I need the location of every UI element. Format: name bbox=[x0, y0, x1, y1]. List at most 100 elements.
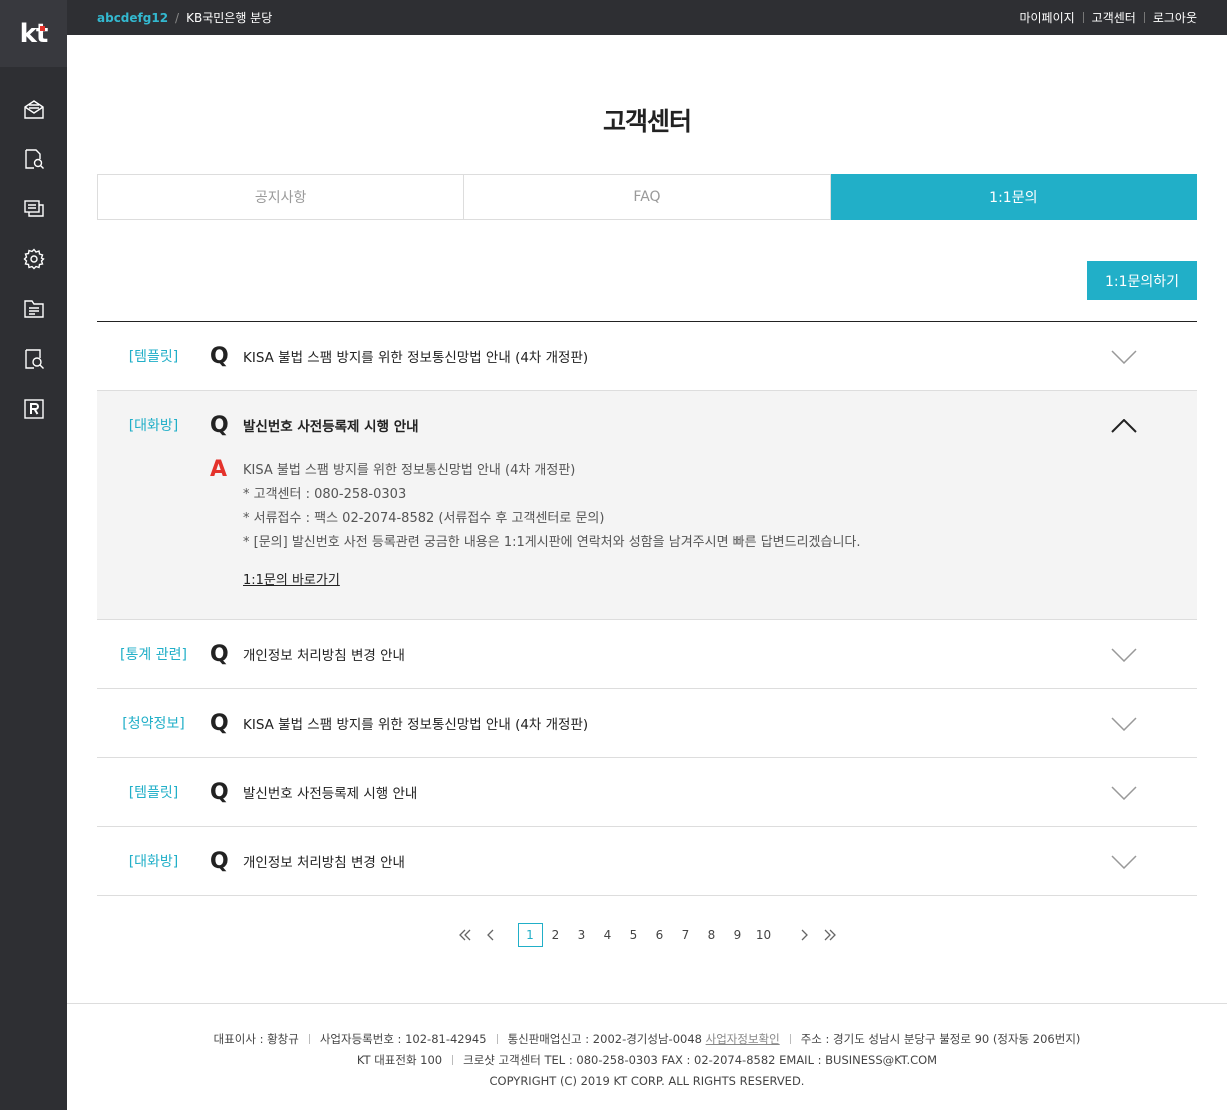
ask-button-wrap: 1:1문의하기 bbox=[97, 261, 1197, 300]
chevron-down-icon[interactable] bbox=[1111, 854, 1137, 870]
q-mark: Q bbox=[210, 710, 229, 736]
sidebar-item-file-search[interactable] bbox=[0, 334, 67, 384]
page-10[interactable]: 10 bbox=[751, 923, 777, 947]
new-inquiry-button[interactable]: 1:1문의하기 bbox=[1087, 261, 1197, 300]
faq-question-row[interactable]: [템플릿] Q KISA 불법 스팸 방지를 위한 정보통신망법 안내 (4차 … bbox=[97, 322, 1197, 390]
faq-category: [대화방] bbox=[128, 418, 179, 434]
faq-item: [템플릿] Q 발신번호 사전등록제 시행 안내 bbox=[97, 758, 1197, 827]
chevron-left-icon bbox=[486, 929, 493, 940]
page-5[interactable]: 5 bbox=[621, 923, 647, 947]
logo-box[interactable]: kt bbox=[0, 0, 67, 67]
prev-page-button[interactable] bbox=[478, 923, 504, 947]
business-info-link[interactable]: 사업자정보확인 bbox=[706, 1032, 780, 1046]
footer: 대표이사 : 황창규 사업자등록번호 : 102-81-42945 통신판매업신고 … bbox=[67, 1003, 1227, 1110]
business-number: 사업자등록번호 : 102-81-42945 bbox=[319, 1032, 487, 1046]
top-bar: abcdefg12 / KB국민은행 분당 마이페이지 고객센터 로그아웃 bbox=[67, 0, 1227, 35]
user-id: abcdefg12 bbox=[97, 11, 169, 25]
faq-category: [통계 관련] bbox=[120, 647, 187, 663]
sidebar-item-chat[interactable] bbox=[0, 184, 67, 234]
answer-line: KISA 불법 스팸 방지를 위한 정보통신망법 안내 (4차 개정판) bbox=[243, 463, 576, 478]
page-4[interactable]: 4 bbox=[595, 923, 621, 947]
r-box-icon bbox=[23, 399, 44, 419]
mypage-link[interactable]: 마이페이지 bbox=[1019, 9, 1074, 26]
chevron-down-icon[interactable] bbox=[1111, 349, 1137, 365]
sidebar-item-settings[interactable] bbox=[0, 234, 67, 284]
divider bbox=[1143, 12, 1145, 23]
q-mark: Q bbox=[210, 779, 229, 805]
kt-phone: KT 대표전화 100 bbox=[356, 1053, 443, 1067]
faq-item: [청약정보] Q KISA 불법 스팸 방지를 위한 정보통신망법 안내 (4차… bbox=[97, 689, 1197, 758]
faq-question-row[interactable]: [대화방] Q 개인정보 처리방침 변경 안내 bbox=[97, 827, 1197, 895]
faq-question: 개인정보 처리방침 변경 안내 bbox=[243, 648, 405, 664]
address: 주소 : 경기도 성남시 분당구 불정로 90 (정자동 206번지) bbox=[800, 1032, 1081, 1046]
tab-notice[interactable]: 공지사항 bbox=[97, 174, 465, 220]
sidebar-item-mail[interactable] bbox=[0, 84, 67, 134]
page-8[interactable]: 8 bbox=[699, 923, 725, 947]
sidebar-menu bbox=[0, 67, 67, 434]
answer-line: * 고객센터 : 080-258-0303 bbox=[243, 487, 407, 502]
mail-icon bbox=[23, 100, 44, 119]
tab-bar: 공지사항 FAQ 1:1문의 bbox=[97, 174, 1197, 220]
inquiry-shortcut-link[interactable]: 1:1문의 바로가기 bbox=[243, 569, 340, 593]
faq-category: [템플릿] bbox=[128, 785, 179, 801]
account-info: abcdefg12 / KB국민은행 분당 bbox=[97, 9, 272, 26]
mail-order-number: 통신판매업신고 : 2002-경기성남-0048 bbox=[507, 1032, 702, 1046]
faq-question: 발신번호 사전등록제 시행 안내 bbox=[243, 419, 419, 435]
faq-answer: A KISA 불법 스팸 방지를 위한 정보통신망법 안내 (4차 개정판) *… bbox=[97, 459, 1197, 619]
page-2[interactable]: 2 bbox=[543, 923, 569, 947]
faq-question: KISA 불법 스팸 방지를 위한 정보통신망법 안내 (4차 개정판) bbox=[243, 717, 589, 733]
double-chevron-left-icon bbox=[458, 929, 470, 940]
q-mark: Q bbox=[210, 343, 229, 369]
q-mark: Q bbox=[210, 848, 229, 874]
page-3[interactable]: 3 bbox=[569, 923, 595, 947]
answer-line: * 서류접수 : 팩스 02-2074-8582 (서류접수 후 고객센터로 문… bbox=[243, 511, 605, 526]
faq-question-row[interactable]: [청약정보] Q KISA 불법 스팸 방지를 위한 정보통신망법 안내 (4차… bbox=[97, 689, 1197, 757]
sidebar-item-document-search[interactable] bbox=[0, 134, 67, 184]
faq-item: [템플릿] Q KISA 불법 스팸 방지를 위한 정보통신망법 안내 (4차 … bbox=[97, 322, 1197, 391]
gear-icon bbox=[23, 248, 45, 270]
page-6[interactable]: 6 bbox=[647, 923, 673, 947]
chevron-down-icon[interactable] bbox=[1111, 716, 1137, 732]
logout-link[interactable]: 로그아웃 bbox=[1153, 9, 1197, 26]
faq-list: [템플릿] Q KISA 불법 스팸 방지를 위한 정보통신망법 안내 (4차 … bbox=[97, 321, 1197, 896]
next-page-button[interactable] bbox=[791, 923, 817, 947]
chevron-right-icon bbox=[801, 929, 808, 940]
answer-line: * [문의] 발신번호 사전 등록관련 궁금한 내용은 1:1게시판에 연락처와… bbox=[243, 535, 861, 550]
tab-faq[interactable]: FAQ bbox=[464, 174, 831, 220]
chat-windows-icon bbox=[23, 200, 44, 217]
page-7[interactable]: 7 bbox=[673, 923, 699, 947]
q-mark: Q bbox=[210, 641, 229, 667]
faq-question-row[interactable]: [통계 관련] Q 개인정보 처리방침 변경 안내 bbox=[97, 620, 1197, 688]
footer-line-1: 대표이사 : 황창규 사업자등록번호 : 102-81-42945 통신판매업신고 … bbox=[67, 1029, 1227, 1050]
chevron-up-icon[interactable] bbox=[1111, 418, 1137, 433]
page-9[interactable]: 9 bbox=[725, 923, 751, 947]
faq-question-row[interactable]: [템플릿] Q 발신번호 사전등록제 시행 안내 bbox=[97, 758, 1197, 826]
divider bbox=[1082, 12, 1084, 23]
kt-logo: kt bbox=[19, 18, 49, 49]
customer-center-link[interactable]: 고객센터 bbox=[1092, 9, 1136, 26]
first-page-button[interactable] bbox=[452, 923, 478, 947]
folder-list-icon bbox=[23, 300, 44, 318]
company-name: KB국민은행 분당 bbox=[186, 11, 273, 25]
q-mark: Q bbox=[210, 412, 229, 438]
account-separator: / bbox=[175, 11, 180, 25]
chevron-down-icon[interactable] bbox=[1111, 647, 1137, 663]
main-content: 고객센터 공지사항 FAQ 1:1문의 1:1문의하기 [템플릿] Q KISA… bbox=[97, 35, 1197, 947]
tab-inquiry[interactable]: 1:1문의 bbox=[830, 174, 1197, 220]
chevron-down-icon[interactable] bbox=[1111, 785, 1137, 801]
ceo-info: 대표이사 : 황창규 bbox=[213, 1032, 299, 1046]
sidebar-item-r[interactable] bbox=[0, 384, 67, 434]
faq-item-expanded: [대화방] Q 발신번호 사전등록제 시행 안내 A KISA 불법 스팸 방지… bbox=[97, 391, 1197, 620]
page-1[interactable]: 1 bbox=[517, 922, 543, 947]
faq-question: 발신번호 사전등록제 시행 안내 bbox=[243, 786, 418, 802]
logo-dot bbox=[40, 25, 46, 31]
faq-category: [청약정보] bbox=[122, 716, 185, 732]
faq-item: [통계 관련] Q 개인정보 처리방침 변경 안내 bbox=[97, 620, 1197, 689]
faq-category: [대화방] bbox=[128, 854, 179, 870]
last-page-button[interactable] bbox=[817, 923, 843, 947]
faq-question: 개인정보 처리방침 변경 안내 bbox=[243, 855, 405, 871]
copyright: COPYRIGHT (C) 2019 KT CORP. ALL RIGHTS R… bbox=[489, 1074, 805, 1088]
faq-question-row[interactable]: [대화방] Q 발신번호 사전등록제 시행 안내 bbox=[97, 391, 1197, 459]
sidebar: kt bbox=[0, 0, 67, 1110]
sidebar-item-folder[interactable] bbox=[0, 284, 67, 334]
